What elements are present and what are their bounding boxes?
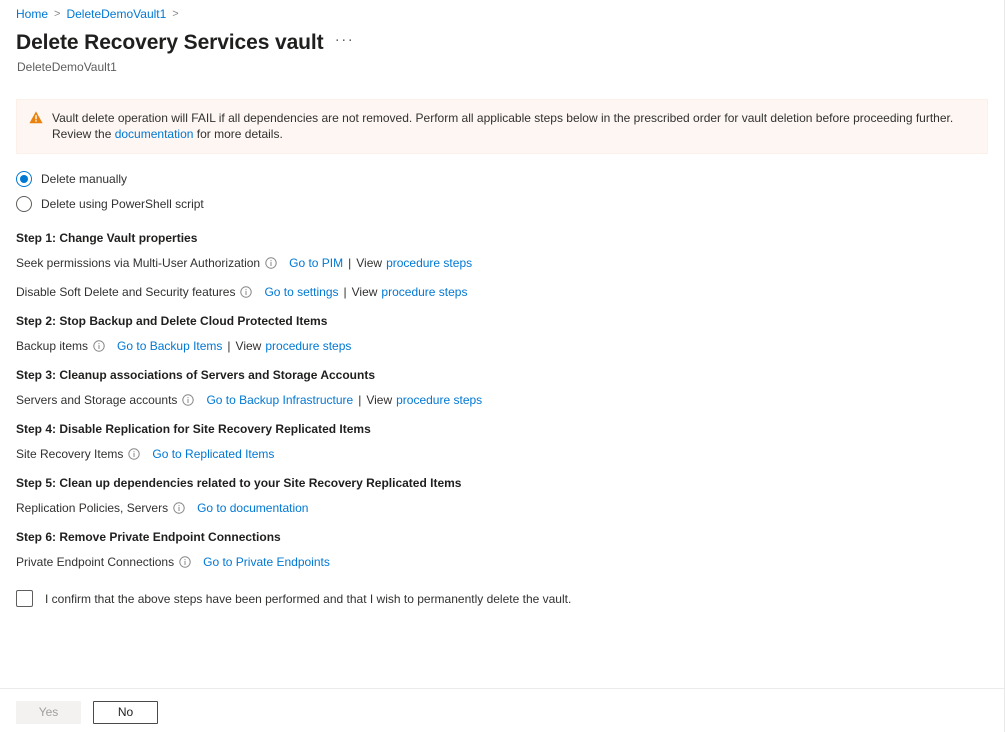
confirm-checkbox-label: I confirm that the above steps have been…	[45, 591, 571, 607]
step-heading: Step 6: Remove Private Endpoint Connecti…	[16, 529, 988, 545]
step-row-secondary-link[interactable]: procedure steps	[386, 255, 472, 271]
warning-banner: Vault delete operation will FAIL if all …	[16, 99, 988, 154]
info-icon[interactable]	[128, 448, 140, 460]
step-heading: Step 1: Change Vault properties	[16, 230, 988, 246]
step-row: Disable Soft Delete and Security feature…	[16, 284, 988, 300]
step-block: Step 1: Change Vault properties Seek perm…	[16, 230, 988, 300]
step-block: Step 3: Cleanup associations of Servers …	[16, 367, 988, 408]
step-row: Servers and Storage accounts Go to Backup…	[16, 392, 988, 408]
radio-delete-powershell[interactable]: Delete using PowerShell script	[16, 193, 988, 214]
yes-button[interactable]: Yes	[16, 701, 81, 724]
step-row-label: Servers and Storage accounts	[16, 392, 177, 408]
step-row-view-word: View	[352, 284, 378, 300]
info-icon[interactable]	[240, 286, 252, 298]
step-row-view-word: View	[236, 338, 262, 354]
confirm-checkbox[interactable]	[16, 590, 33, 607]
step-block: Step 5: Clean up dependencies related to…	[16, 475, 988, 516]
step-row-label: Seek permissions via Multi-User Authoriz…	[16, 255, 260, 271]
delete-mode-radio-group: Delete manually Delete using PowerShell …	[16, 168, 988, 214]
step-row-primary-link[interactable]: Go to documentation	[197, 500, 308, 516]
step-heading: Step 2: Stop Backup and Delete Cloud Pro…	[16, 313, 988, 329]
info-icon[interactable]	[265, 257, 277, 269]
title-row: Delete Recovery Services vault ···	[0, 22, 1004, 57]
page-subtitle: DeleteDemoVault1	[0, 57, 1004, 75]
info-icon[interactable]	[179, 556, 191, 568]
step-row: Replication Policies, Servers Go to docum…	[16, 500, 988, 516]
step-row-label: Replication Policies, Servers	[16, 500, 168, 516]
breadcrumb-item-vault[interactable]: DeleteDemoVault1	[66, 6, 166, 22]
step-row-label: Private Endpoint Connections	[16, 554, 174, 570]
step-row-separator: |	[358, 392, 361, 408]
step-block: Step 2: Stop Backup and Delete Cloud Pro…	[16, 313, 988, 354]
step-row-separator: |	[348, 255, 351, 271]
ellipsis-icon[interactable]: ···	[334, 32, 356, 54]
info-icon[interactable]	[93, 340, 105, 352]
banner-wrapper: Vault delete operation will FAIL if all …	[0, 75, 1004, 154]
step-row-secondary-link[interactable]: procedure steps	[265, 338, 351, 354]
breadcrumb-separator-icon: >	[54, 6, 60, 22]
no-button[interactable]: No	[93, 701, 158, 724]
step-heading: Step 5: Clean up dependencies related to…	[16, 475, 988, 491]
step-row-label: Disable Soft Delete and Security feature…	[16, 284, 235, 300]
step-row: Backup items Go to Backup Items | Viewproce…	[16, 338, 988, 354]
step-heading: Step 4: Disable Replication for Site Rec…	[16, 421, 988, 437]
info-icon[interactable]	[182, 394, 194, 406]
step-row: Site Recovery Items Go to Replicated Item…	[16, 446, 988, 462]
step-row-label: Backup items	[16, 338, 88, 354]
steps-container: Step 1: Change Vault properties Seek perm…	[16, 230, 988, 570]
delete-vault-page: Home > DeleteDemoVault1 > Delete Recover…	[0, 0, 1005, 732]
step-row-primary-link[interactable]: Go to PIM	[289, 255, 343, 271]
step-heading: Step 3: Cleanup associations of Servers …	[16, 367, 988, 383]
step-row: Seek permissions via Multi-User Authoriz…	[16, 255, 988, 271]
breadcrumb-item-home[interactable]: Home	[16, 6, 48, 22]
radio-delete-manually[interactable]: Delete manually	[16, 168, 988, 189]
step-row-label: Site Recovery Items	[16, 446, 123, 462]
step-row-secondary-link[interactable]: procedure steps	[381, 284, 467, 300]
step-block: Step 4: Disable Replication for Site Rec…	[16, 421, 988, 462]
step-row-view-word: View	[356, 255, 382, 271]
step-block: Step 6: Remove Private Endpoint Connecti…	[16, 529, 988, 570]
documentation-link[interactable]: documentation	[115, 127, 194, 141]
footer-action-bar: Yes No	[0, 688, 1004, 732]
warning-text-part2: for more details.	[193, 127, 282, 141]
radio-delete-powershell-label: Delete using PowerShell script	[41, 196, 204, 212]
main-content: Delete manually Delete using PowerShell …	[0, 154, 1004, 688]
radio-selected-icon[interactable]	[16, 171, 32, 187]
step-row-separator: |	[344, 284, 347, 300]
step-row-primary-link[interactable]: Go to Backup Items	[117, 338, 222, 354]
warning-triangle-icon	[29, 111, 43, 129]
page-title: Delete Recovery Services vault	[16, 29, 324, 57]
radio-unselected-icon[interactable]	[16, 196, 32, 212]
step-row-view-word: View	[366, 392, 392, 408]
step-row-primary-link[interactable]: Go to Private Endpoints	[203, 554, 330, 570]
breadcrumb-separator-icon-2: >	[172, 6, 178, 22]
radio-delete-manually-label: Delete manually	[41, 171, 127, 187]
step-row-primary-link[interactable]: Go to Backup Infrastructure	[206, 392, 353, 408]
step-row-separator: |	[227, 338, 230, 354]
step-row: Private Endpoint Connections Go to Privat…	[16, 554, 988, 570]
step-row-primary-link[interactable]: Go to Replicated Items	[152, 446, 274, 462]
step-row-primary-link[interactable]: Go to settings	[264, 284, 338, 300]
info-icon[interactable]	[173, 502, 185, 514]
warning-banner-text: Vault delete operation will FAIL if all …	[52, 110, 975, 142]
breadcrumb: Home > DeleteDemoVault1 >	[0, 0, 1004, 22]
confirm-checkbox-row[interactable]: I confirm that the above steps have been…	[16, 590, 988, 607]
step-row-secondary-link[interactable]: procedure steps	[396, 392, 482, 408]
